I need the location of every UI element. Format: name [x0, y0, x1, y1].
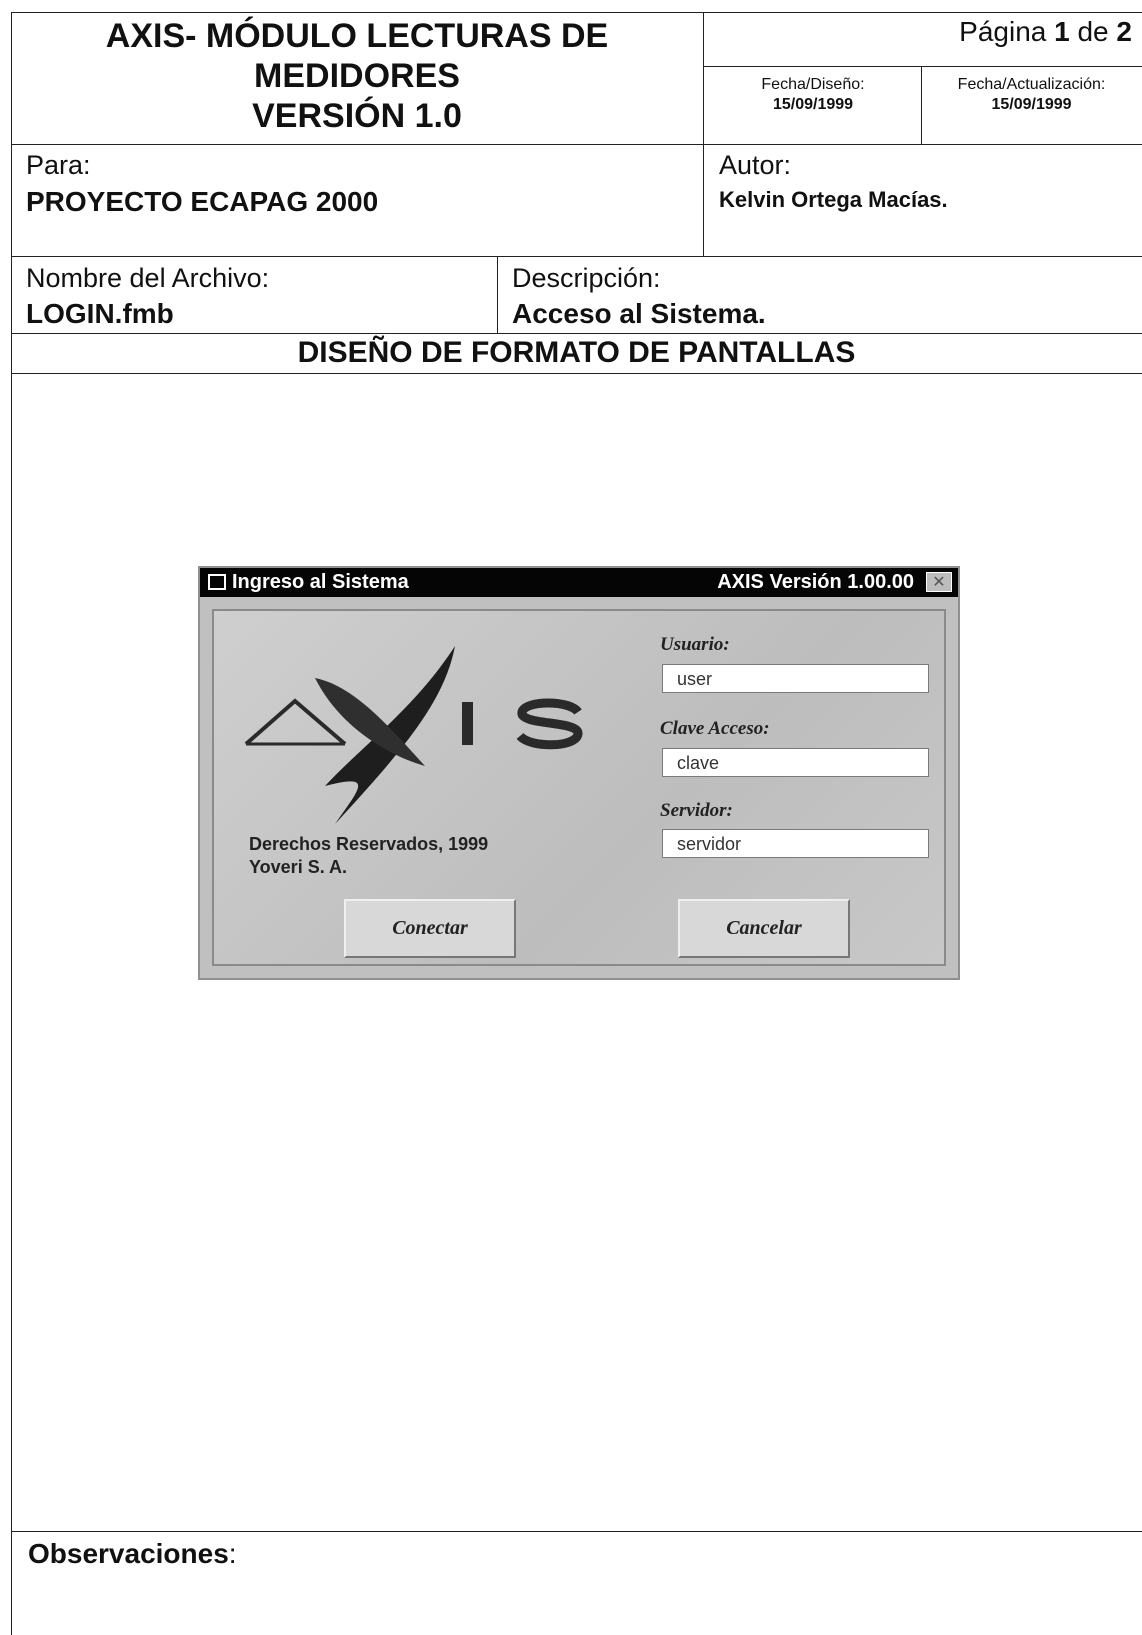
page-prefix: Página [959, 16, 1047, 47]
para-value: PROYECTO ECAPAG 2000 [26, 186, 379, 217]
rule-info-bottom [11, 256, 1142, 257]
rule-observaciones-top [11, 1531, 1142, 1532]
rule-header-bottom [11, 144, 1142, 145]
page-total: 2 [1116, 16, 1132, 47]
clave-input[interactable]: clave [662, 748, 929, 777]
descripcion-label: Descripción: [512, 263, 661, 293]
rule-archivo-bottom [11, 333, 1142, 334]
rule-section-bottom [11, 373, 1142, 374]
title-line-2: MEDIDORES [254, 57, 460, 95]
archivo-value: LOGIN.fmb [26, 298, 174, 329]
rule-header-divider [703, 12, 704, 256]
dialog-title-text: Ingreso al Sistema [232, 571, 409, 593]
servidor-label: Servidor: [660, 800, 733, 821]
fecha-diseno-value: 15/09/1999 [772, 96, 854, 113]
usuario-label: Usuario: [660, 634, 730, 655]
page-number: Página 1 de 2 [959, 16, 1132, 48]
title-line-3: VERSIÓN 1.0 [252, 97, 462, 135]
app-icon [208, 574, 226, 590]
dialog-version: AXIS Versión 1.00.00 [717, 571, 914, 593]
descripcion-value: Acceso al Sistema. [512, 298, 766, 329]
logo-letter-i [462, 702, 473, 745]
copyright-line-2: Yoveri S. A. [249, 857, 348, 877]
dialog-titlebar[interactable]: Ingreso al Sistema AXIS Versión 1.00.00 … [200, 568, 958, 597]
logo-letter-s [516, 698, 583, 750]
copyright-line-1: Derechos Reservados, 1999 [249, 834, 489, 854]
document-title: AXIS- MÓDULO LECTURAS DE MEDIDORES VERSI… [11, 16, 703, 136]
page-separator: de [1077, 16, 1109, 47]
para-label: Para: [26, 150, 91, 180]
rule-archivo-divider [497, 256, 498, 333]
fecha-actualizacion-value: 15/09/1999 [991, 96, 1072, 113]
cancelar-button[interactable]: Cancelar [678, 899, 850, 958]
servidor-input[interactable]: servidor [662, 829, 929, 858]
clave-label: Clave Acceso: [660, 718, 770, 739]
observaciones-text: Observaciones [28, 1538, 229, 1569]
axis-logo [244, 646, 583, 824]
fecha-actualizacion-label: Fecha/Actualización: [957, 76, 1106, 93]
usuario-input[interactable]: user [662, 664, 929, 693]
observaciones-label: Observaciones: [28, 1538, 237, 1570]
observaciones-colon: : [228, 1538, 237, 1569]
dialog-title: Ingreso al Sistema [208, 571, 409, 594]
conectar-button[interactable]: Conectar [344, 899, 516, 958]
rule-fechas-divider [921, 66, 922, 144]
section-title: DISEÑO DE FORMATO DE PANTALLAS [297, 336, 856, 369]
autor-label: Autor: [719, 150, 792, 180]
logo-letter-a-stroke [244, 698, 347, 746]
archivo-label: Nombre del Archivo: [26, 263, 270, 293]
title-line-1: AXIS- MÓDULO LECTURAS DE [105, 17, 609, 55]
page-current: 1 [1054, 16, 1070, 47]
fecha-diseno-label: Fecha/Diseño: [761, 76, 865, 93]
rule-fechas-top [703, 66, 1142, 67]
close-icon[interactable]: ✕ [926, 572, 952, 592]
autor-value: Kelvin Ortega Macías. [719, 187, 948, 212]
